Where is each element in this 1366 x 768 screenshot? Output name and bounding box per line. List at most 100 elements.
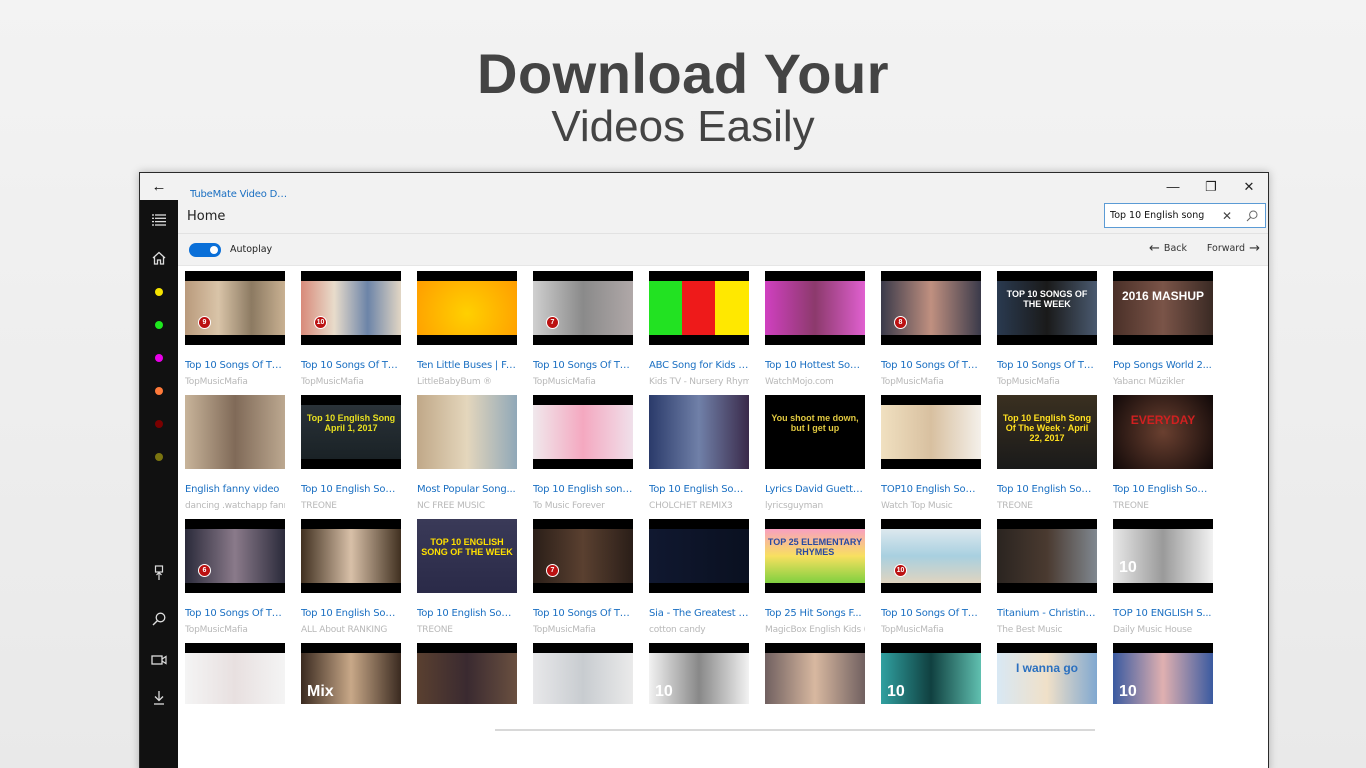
video-thumbnail[interactable]: Top 10 English Song April 1, 2017 — [301, 395, 401, 469]
video-title[interactable]: Most Popular Song... — [417, 484, 517, 495]
video-thumbnail[interactable] — [417, 271, 517, 345]
video-title[interactable]: Top 10 English Song... — [417, 608, 517, 619]
search-icon[interactable] — [140, 607, 178, 631]
video-card[interactable] — [417, 643, 517, 704]
video-thumbnail[interactable]: 10 — [649, 643, 749, 704]
video-card[interactable]: 10 — [1113, 643, 1213, 704]
video-card[interactable]: 6 Top 10 Songs Of Th... TopMusicMafia — [185, 519, 285, 635]
video-thumbnail[interactable]: 7 — [533, 271, 633, 345]
video-thumbnail[interactable]: 2016 MASHUP — [1113, 271, 1213, 345]
video-card[interactable]: Titanium - Christina... The Best Music — [997, 519, 1097, 635]
video-card[interactable]: 10 TOP 10 ENGLISH S... Daily Music House — [1113, 519, 1213, 635]
video-thumbnail[interactable] — [533, 643, 633, 704]
video-thumbnail[interactable] — [997, 519, 1097, 593]
sidebar-color-item[interactable] — [140, 313, 178, 337]
video-thumbnail[interactable]: 10 — [881, 643, 981, 704]
menu-icon[interactable] — [140, 208, 178, 232]
clear-search-button[interactable]: ✕ — [1214, 209, 1240, 223]
video-title[interactable]: Lyrics David Guetta... — [765, 484, 865, 495]
video-thumbnail[interactable]: TOP 10 SONGS OF THE WEEK — [997, 271, 1097, 345]
video-card[interactable]: 2016 MASHUP Pop Songs World 2... Yabancı M… — [1113, 271, 1213, 387]
video-thumbnail[interactable]: Top 10 English Song Of The Week · April … — [997, 395, 1097, 469]
video-thumbnail[interactable]: 10 — [1113, 643, 1213, 704]
video-title[interactable]: Top 10 Songs Of Th... — [185, 360, 285, 371]
video-title[interactable]: Top 10 Hottest Son... — [765, 360, 865, 371]
video-thumbnail[interactable] — [649, 271, 749, 345]
horizontal-scrollbar[interactable] — [495, 729, 1095, 731]
video-card[interactable]: TOP 10 SONGS OF THE WEEK Top 10 Songs Of … — [997, 271, 1097, 387]
video-thumbnail[interactable] — [185, 395, 285, 469]
video-thumbnail[interactable]: You shoot me down, but I get up — [765, 395, 865, 469]
video-card[interactable] — [765, 643, 865, 704]
video-card[interactable]: 9 Top 10 Songs Of Th... TopMusicMafia — [185, 271, 285, 387]
video-card[interactable]: I wanna go — [997, 643, 1097, 704]
video-card[interactable]: Top 10 English Song... ALL About RANKING — [301, 519, 401, 635]
video-title[interactable]: TOP10 English Song... — [881, 484, 981, 495]
video-card[interactable]: English fanny video dancing .watchapp fan… — [185, 395, 285, 511]
video-thumbnail[interactable] — [533, 395, 633, 469]
video-card[interactable]: EVERYDAY Top 10 English Song... TREONE — [1113, 395, 1213, 511]
video-camera-icon[interactable] — [140, 648, 178, 672]
video-thumbnail[interactable]: 6 — [185, 519, 285, 593]
video-card[interactable]: TOP 25 ELEMENTARY RHYMES Top 25 Hit Songs… — [765, 519, 865, 635]
video-thumbnail[interactable]: 10 — [301, 271, 401, 345]
video-title[interactable]: Top 10 English Song... — [649, 484, 749, 495]
sidebar-color-item[interactable] — [140, 445, 178, 469]
search-submit-icon[interactable] — [1240, 209, 1264, 222]
video-card[interactable]: Top 10 Hottest Son... WatchMojo.com — [765, 271, 865, 387]
video-title[interactable]: Top 25 Hit Songs F... — [765, 608, 865, 619]
pin-icon[interactable] — [140, 561, 178, 585]
video-card[interactable]: 10 — [881, 643, 981, 704]
video-card[interactable]: Top 10 English song... To Music Forever — [533, 395, 633, 511]
video-thumbnail[interactable]: 7 — [533, 519, 633, 593]
video-card[interactable]: Top 10 English Song April 1, 2017 Top 10 … — [301, 395, 401, 511]
video-title[interactable]: Sia - The Greatest (... — [649, 608, 749, 619]
search-input[interactable] — [1110, 210, 1214, 221]
video-title[interactable]: Top 10 Songs Of Th... — [533, 608, 633, 619]
video-title[interactable]: Top 10 English Song... — [301, 484, 401, 495]
video-thumbnail[interactable]: TOP 25 ELEMENTARY RHYMES — [765, 519, 865, 593]
video-card[interactable]: 8 Top 10 Songs Of Th... TopMusicMafia — [881, 271, 981, 387]
video-thumbnail[interactable]: 10 — [881, 519, 981, 593]
video-title[interactable]: Top 10 Songs Of Th... — [185, 608, 285, 619]
minimize-button[interactable]: — — [1154, 173, 1192, 200]
back-button[interactable]: ← Back — [1149, 242, 1187, 255]
video-thumbnail[interactable] — [185, 643, 285, 704]
video-title[interactable]: English fanny video — [185, 484, 285, 495]
video-card[interactable]: TOP10 English Song... Watch Top Music — [881, 395, 981, 511]
video-card[interactable]: Sia - The Greatest (... cotton candy — [649, 519, 749, 635]
video-title[interactable]: Top 10 English song... — [533, 484, 633, 495]
video-title[interactable]: Top 10 Songs Of Th... — [533, 360, 633, 371]
video-card[interactable]: TOP 10 ENGLISH SONG OF THE WEEK Top 10 En… — [417, 519, 517, 635]
autoplay-toggle[interactable] — [189, 243, 221, 257]
video-card[interactable]: You shoot me down, but I get up Lyrics Da… — [765, 395, 865, 511]
restore-button[interactable]: ❐ — [1192, 173, 1230, 200]
video-thumbnail[interactable] — [649, 519, 749, 593]
sidebar-color-item[interactable] — [140, 346, 178, 370]
video-thumbnail[interactable] — [765, 271, 865, 345]
back-arrow-icon[interactable]: ← — [140, 178, 178, 195]
home-icon[interactable] — [140, 246, 178, 270]
video-card[interactable]: 10 Top 10 Songs Of Th... TopMusicMafia — [881, 519, 981, 635]
video-thumbnail[interactable]: I wanna go — [997, 643, 1097, 704]
video-card[interactable]: Top 10 English Song Of The Week · April … — [997, 395, 1097, 511]
video-title[interactable]: Pop Songs World 2... — [1113, 360, 1213, 371]
video-thumbnail[interactable] — [765, 643, 865, 704]
close-button[interactable]: ✕ — [1230, 173, 1268, 200]
video-thumbnail[interactable]: 10 — [1113, 519, 1213, 593]
video-thumbnail[interactable] — [301, 519, 401, 593]
video-title[interactable]: Top 10 Songs Of Th... — [881, 360, 981, 371]
video-card[interactable] — [185, 643, 285, 704]
video-title[interactable]: Top 10 English Song... — [1113, 484, 1213, 495]
video-title[interactable]: ABC Song for Kids |... — [649, 360, 749, 371]
video-title[interactable]: Top 10 Songs Of Th... — [301, 360, 401, 371]
video-title[interactable]: Top 10 Songs Of Th... — [997, 360, 1097, 371]
video-card[interactable]: 10 — [649, 643, 749, 704]
video-title[interactable]: Top 10 English Song... — [997, 484, 1097, 495]
video-title[interactable]: Top 10 Songs Of Th... — [881, 608, 981, 619]
video-title[interactable]: Ten Little Buses | Fr... — [417, 360, 517, 371]
video-card[interactable]: 7 Top 10 Songs Of Th... TopMusicMafia — [533, 519, 633, 635]
video-thumbnail[interactable]: Mix — [301, 643, 401, 704]
video-title[interactable]: Top 10 English Song... — [301, 608, 401, 619]
sidebar-color-item[interactable] — [140, 412, 178, 436]
